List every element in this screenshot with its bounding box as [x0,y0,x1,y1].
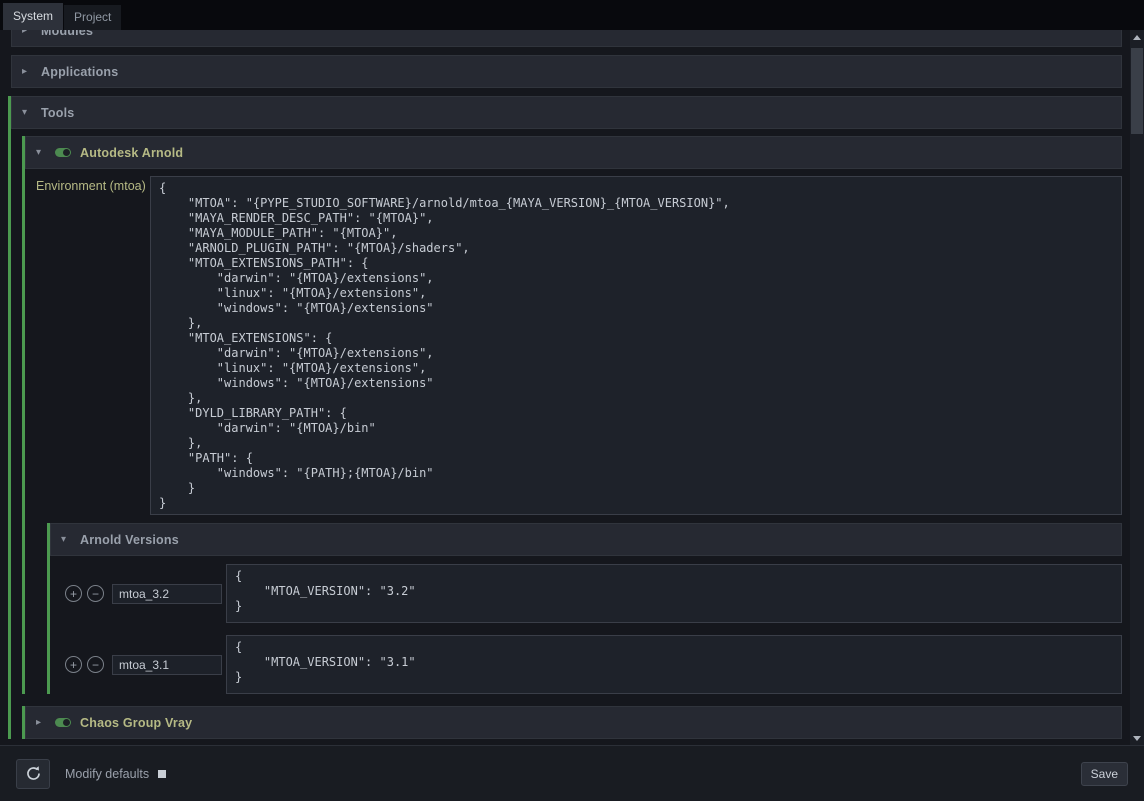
version-name-input[interactable] [112,584,222,604]
section-vray: Chaos Group Vray [22,706,1122,739]
refresh-icon [25,765,42,782]
version-row: + − { "MTOA_VERSION": "3.2" } [65,564,1122,623]
section-tools-title: Tools [41,106,74,120]
section-arnold-versions-header[interactable]: Arnold Versions [50,523,1122,556]
tab-project[interactable]: Project [64,5,121,30]
save-button[interactable]: Save [1081,762,1128,786]
settings-scroll-area: Modules Applications Tools [0,30,1130,745]
section-modules: Modules [8,30,1122,47]
caret-right-icon [22,30,32,36]
modify-defaults-state-square[interactable] [158,770,166,778]
version-json-editor[interactable]: { "MTOA_VERSION": "3.2" } [226,564,1122,623]
remove-version-button[interactable]: − [87,656,104,673]
arnold-enabled-toggle[interactable] [55,148,71,157]
section-tools-header[interactable]: Tools [11,96,1122,129]
remove-version-button[interactable]: − [87,585,104,602]
version-row: + − { "MTOA_VERSION": "3.1" } [65,635,1122,694]
section-arnold-body: Environment (mtoa) { "MTOA": "{PYPE_STUD… [25,169,1122,694]
section-tools: Tools Autodesk Arnold Environment (mtoa) [8,96,1122,739]
section-applications-title: Applications [41,65,118,79]
caret-down-icon [22,108,32,118]
vray-enabled-toggle[interactable] [55,718,71,727]
section-applications-header[interactable]: Applications [11,55,1122,88]
section-arnold-versions: Arnold Versions + − { "MTOA_VERSION": "3… [47,523,1122,694]
tab-bar: System Project [0,0,1144,30]
caret-down-icon [61,535,71,545]
section-modules-title: Modules [41,30,93,38]
section-arnold-header[interactable]: Autodesk Arnold [25,136,1122,169]
version-name-input[interactable] [112,655,222,675]
tab-system[interactable]: System [3,3,63,30]
scroll-down-button[interactable] [1130,731,1144,745]
modify-defaults-label: Modify defaults [65,767,149,781]
section-arnold: Autodesk Arnold Environment (mtoa) { "MT… [22,136,1122,694]
section-arnold-versions-title: Arnold Versions [80,533,179,547]
refresh-button[interactable] [16,759,50,789]
section-tools-body: Autodesk Arnold Environment (mtoa) { "MT… [11,129,1122,739]
section-applications: Applications [8,55,1122,88]
scrollbar-thumb[interactable] [1131,48,1143,134]
footer-bar: Modify defaults Save [0,745,1144,801]
environment-json-editor[interactable]: { "MTOA": "{PYPE_STUDIO_SOFTWARE}/arnold… [150,176,1122,515]
section-vray-title: Chaos Group Vray [80,716,192,730]
caret-right-icon [22,67,32,77]
triangle-down-icon [1133,736,1141,741]
add-version-button[interactable]: + [65,656,82,673]
scroll-up-button[interactable] [1130,30,1144,44]
caret-right-icon [36,718,46,728]
section-arnold-title: Autodesk Arnold [80,146,183,160]
add-version-button[interactable]: + [65,585,82,602]
caret-down-icon [36,148,46,158]
arnold-versions-body: + − { "MTOA_VERSION": "3.2" } + − [50,556,1122,694]
section-modules-header[interactable]: Modules [11,30,1122,47]
triangle-up-icon [1133,35,1141,40]
environment-label: Environment (mtoa) [36,176,150,193]
vertical-scrollbar[interactable] [1130,30,1144,745]
environment-row: Environment (mtoa) { "MTOA": "{PYPE_STUD… [36,176,1122,515]
section-vray-header[interactable]: Chaos Group Vray [25,706,1122,739]
version-json-editor[interactable]: { "MTOA_VERSION": "3.1" } [226,635,1122,694]
